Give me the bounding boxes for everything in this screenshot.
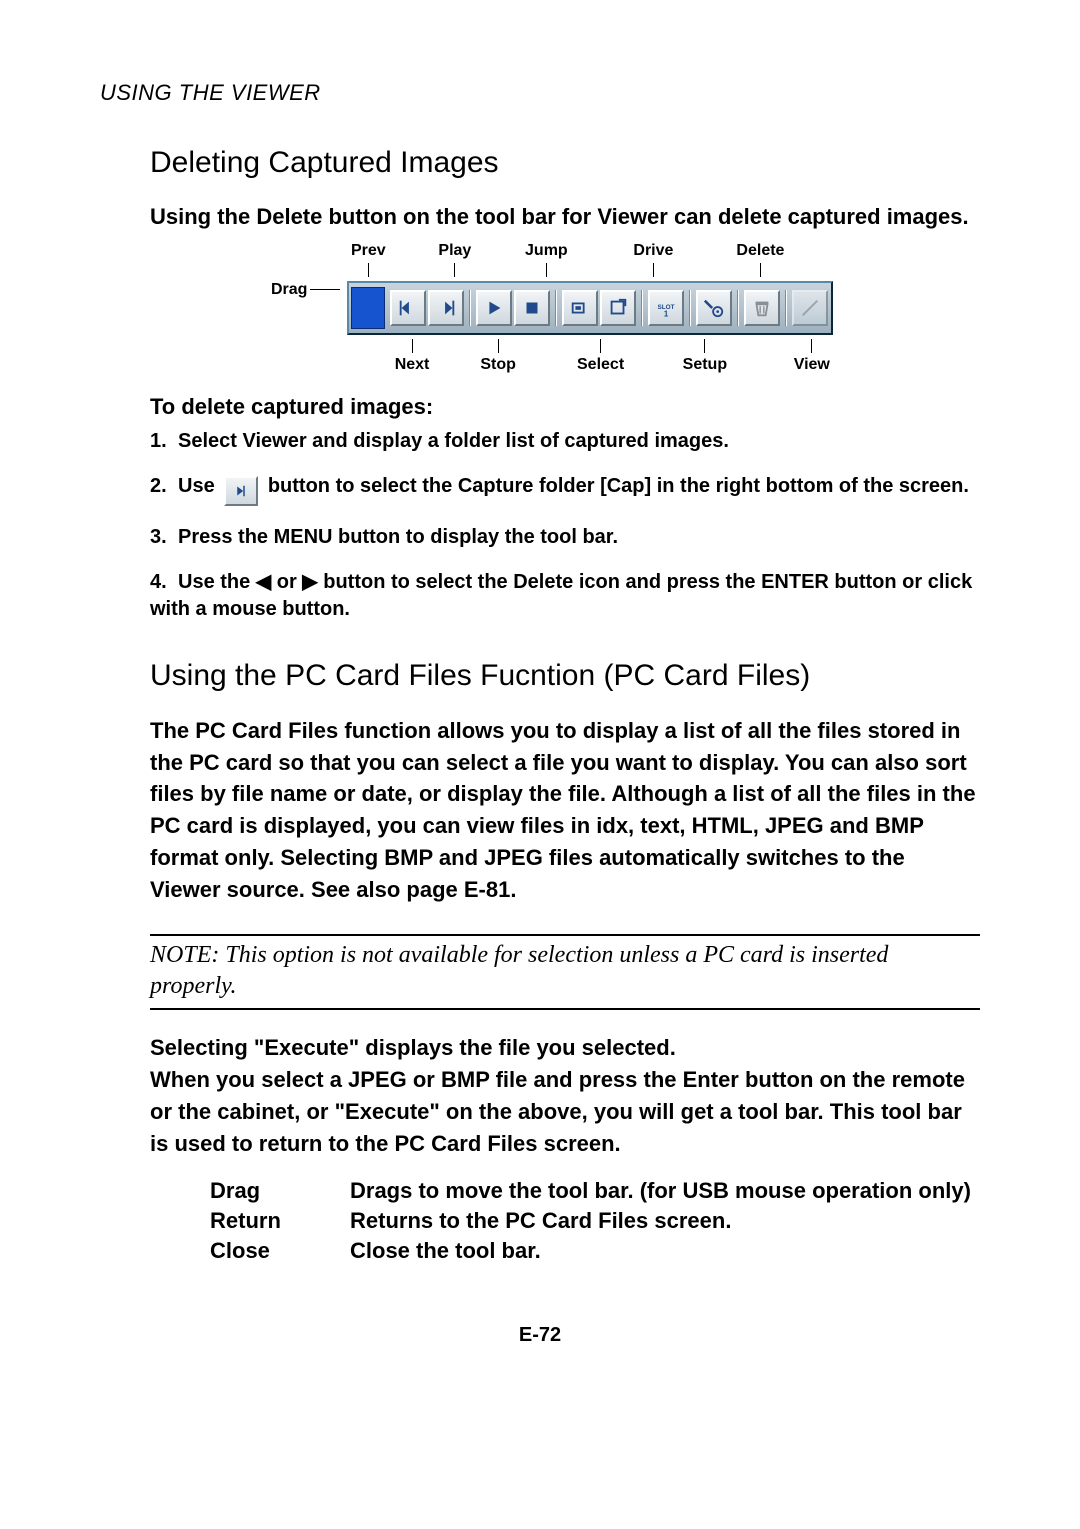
dl-row-close: Close Close the tool bar. (210, 1238, 980, 1264)
heading-pc-card-files: Using the PC Card Files Fucntion (PC Car… (150, 659, 980, 693)
step-2: 2.Use button to select the Capture folde… (150, 473, 980, 506)
viewer-toolbar: SLOT1 (347, 281, 833, 335)
after-note-body: Selecting "Execute" displays the file yo… (150, 1032, 980, 1160)
label-setup: Setup (678, 356, 732, 374)
play-button (476, 290, 512, 326)
label-select: Select (572, 356, 628, 374)
prev-button (390, 290, 426, 326)
step-1: 1.Select Viewer and display a folder lis… (150, 428, 980, 455)
subhead-to-delete: To delete captured images: (150, 394, 980, 420)
label-drive: Drive (629, 242, 678, 260)
heading-deleting-captured-images: Deleting Captured Images (150, 146, 980, 180)
label-prev: Prev (346, 242, 390, 260)
delete-button (744, 290, 780, 326)
next-icon (224, 476, 258, 506)
label-delete: Delete (732, 242, 789, 260)
label-play: Play (434, 242, 476, 260)
label-drag: Drag (270, 280, 346, 300)
page-number: E-72 (100, 1324, 980, 1347)
label-view: View (789, 356, 834, 374)
svg-text:1: 1 (664, 309, 669, 318)
select-button (600, 290, 636, 326)
definition-list: Drag Drags to move the tool bar. (for US… (210, 1178, 980, 1264)
label-stop: Stop (476, 356, 521, 374)
setup-button (696, 290, 732, 326)
view-button (792, 290, 828, 326)
next-button (428, 290, 464, 326)
intro-paragraph: Using the Delete button on the tool bar … (150, 202, 980, 232)
rule-top (150, 934, 980, 936)
step-4: 4.Use the ◀ or ▶ button to select the De… (150, 569, 980, 623)
dl-row-return: Return Returns to the PC Card Files scre… (210, 1208, 980, 1234)
label-next: Next (390, 356, 434, 374)
dl-row-drag: Drag Drags to move the tool bar. (for US… (210, 1178, 980, 1204)
jump-button (562, 290, 598, 326)
running-head: USING THE VIEWER (100, 80, 980, 106)
stop-button (514, 290, 550, 326)
rule-bottom (150, 1008, 980, 1010)
drive-button: SLOT1 (648, 290, 684, 326)
steps-list: 1.Select Viewer and display a folder lis… (150, 428, 980, 623)
label-jump: Jump (520, 242, 572, 260)
pc-card-body: The PC Card Files function allows you to… (150, 715, 980, 906)
toolbar-diagram: Prev Play Jump Drive Delete (270, 242, 980, 374)
note-text: NOTE: This option is not available for s… (150, 940, 980, 1002)
drag-handle-icon (351, 287, 385, 329)
step-3: 3.Press the MENU button to display the t… (150, 524, 980, 551)
